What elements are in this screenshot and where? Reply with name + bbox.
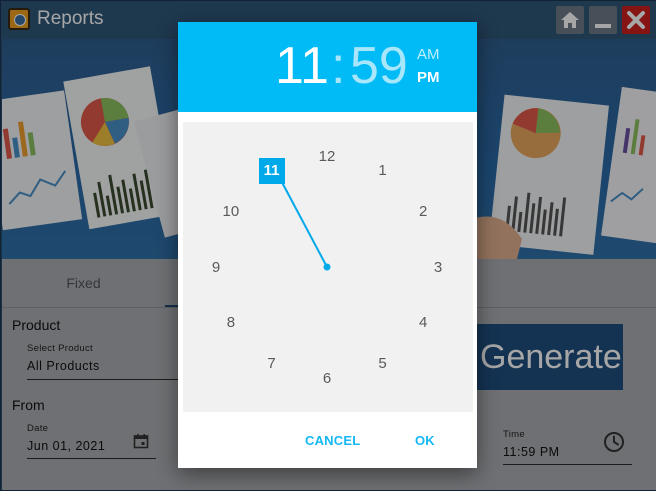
clock-number-5[interactable]: 5	[370, 350, 396, 376]
clock-number-1[interactable]: 1	[370, 158, 396, 184]
clock-number-9[interactable]: 9	[203, 254, 229, 280]
clock-number-10[interactable]: 10	[218, 199, 244, 225]
cancel-button[interactable]: CANCEL	[305, 433, 360, 448]
time-separator: :	[331, 37, 346, 95]
clock-number-8[interactable]: 8	[218, 310, 244, 336]
clock-number-7[interactable]: 7	[259, 350, 285, 376]
clock-number-2[interactable]: 2	[410, 199, 436, 225]
clock-number-11[interactable]: 11	[258, 157, 285, 184]
clock-face[interactable]: 12 1 2 3 4 5 6 7 8 9 10 11	[183, 122, 473, 412]
ok-button[interactable]: OK	[415, 433, 435, 448]
clock-number-4[interactable]: 4	[410, 310, 436, 336]
clock-number-6[interactable]: 6	[314, 365, 340, 391]
selected-minute-display[interactable]: 59	[350, 36, 408, 96]
pm-toggle[interactable]: PM	[417, 69, 440, 86]
am-toggle[interactable]: AM	[417, 46, 440, 63]
time-picker-header: 11 : 59 AM PM	[178, 22, 477, 112]
clock-number-3[interactable]: 3	[425, 254, 451, 280]
time-picker-dialog: 11 : 59 AM PM 12 1 2 3 4 5 6 7 8 9 10 11 CANCEL OK	[178, 22, 477, 468]
selected-hour-display[interactable]: 11	[275, 36, 329, 96]
clock-number-12[interactable]: 12	[314, 143, 340, 169]
